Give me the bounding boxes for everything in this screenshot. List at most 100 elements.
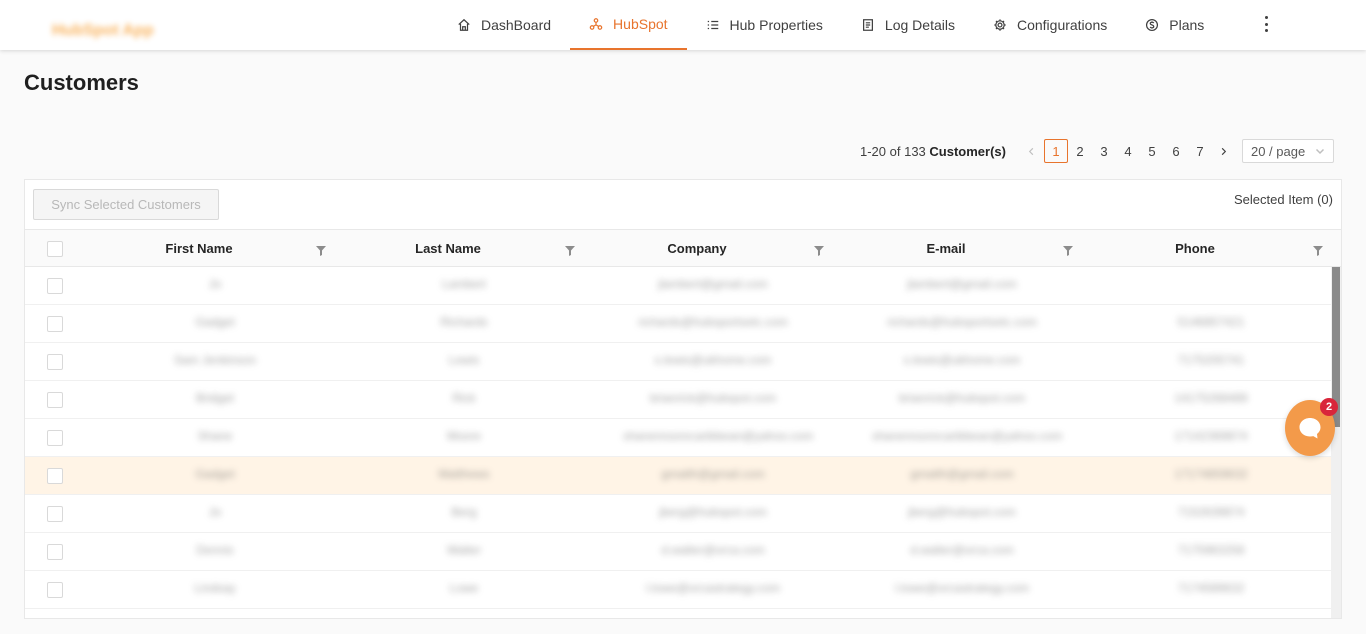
dollar-circle-icon [1146,18,1159,32]
more-vertical-icon[interactable] [1258,13,1274,35]
page-button-5[interactable]: 5 [1140,139,1164,163]
nav-item-hubspot[interactable]: HubSpot [570,0,687,50]
chevron-left-icon [1029,147,1034,155]
cell-phone: 17174859632 [1174,467,1248,481]
chat-unread-badge: 2 [1320,398,1338,416]
nav-label: Configurations [1016,17,1108,33]
cell-phone: 5146857421 [1177,315,1245,329]
column-header-email[interactable]: E-mail [872,230,1020,267]
table-row[interactable]: Jo Lambert jlambert@gmail.com jlambert@g… [25,267,1341,305]
cell-email: l.lowe@orcastrategy.com [894,581,1029,595]
table-row[interactable]: Gadget Richards richards@hubsportsetc.co… [25,305,1341,343]
nav-label: HubSpot [613,16,668,32]
nav-item-plans[interactable]: Plans [1126,0,1223,50]
page-title: Customers [24,70,139,95]
cell-last-name: Rick [452,391,476,405]
cell-first-name: Shane [197,429,233,443]
table-row[interactable]: Bridget Rick brianrick@hubspot.com brian… [25,381,1341,419]
cell-email: s.lewis@ukhome.com [903,353,1021,367]
page-button-2[interactable]: 2 [1068,139,1092,163]
cell-first-name: Jo [208,277,222,291]
selected-item-count: Selected Item (0) [1234,192,1333,207]
cell-phone: 14175268489 [1174,391,1248,405]
cell-email: gmatth@gmail.com [910,467,1014,481]
cell-last-name: Richards [440,315,488,329]
prev-page-button[interactable] [1020,139,1044,163]
chat-launcher-button[interactable]: 2 [1285,398,1338,458]
table-row[interactable]: Sam Jenkinson Lewis s.lewis@ukhome.com s… [25,343,1341,381]
column-header-phone[interactable]: Phone [1121,230,1269,267]
sync-selected-customers-button[interactable]: Sync Selected Customers [33,189,219,220]
nav-item-dashboard[interactable]: DashBoard [438,0,570,50]
filter-icon[interactable] [814,243,824,256]
page-button-4[interactable]: 4 [1116,139,1140,163]
cell-company: jberg@hubspot.com [659,505,767,519]
cell-company: s.lewis@ukhome.com [654,353,772,367]
cell-last-name: Matthews [438,467,490,481]
table-row[interactable]: Gadget Matthews gmatth@gmail.com gmatth@… [25,457,1341,495]
row-checkbox[interactable] [47,316,63,332]
filter-icon[interactable] [565,243,575,256]
row-checkbox[interactable] [47,430,63,446]
app-logo[interactable]: HubSpot App [52,22,168,44]
row-checkbox[interactable] [47,506,63,522]
cell-company: richards@hubsportsetc.com [638,315,788,329]
nav-label: Plans [1169,17,1205,33]
page-button-3[interactable]: 3 [1092,139,1116,163]
cell-first-name: Lindsay [194,581,236,595]
page-size-value: 20 / page [1250,143,1306,159]
filter-icon[interactable] [316,243,326,256]
nav-item-configurations[interactable]: Configurations [974,0,1126,50]
cell-email: shanemoorecaribbean@yahoo.com [872,429,1063,443]
table-row[interactable]: Lindsay Lowe l.lowe@orcastrategy.com l.l… [25,571,1341,609]
row-checkbox[interactable] [47,468,63,484]
page-button-7[interactable]: 7 [1188,139,1212,163]
row-checkbox[interactable] [47,392,63,408]
cell-email: richards@hubsportsetc.com [887,315,1037,329]
cell-phone: 7152639874 [1177,505,1245,519]
nav-item-hub-properties[interactable]: Hub Properties [687,0,842,50]
top-navigation-bar: HubSpot App DashBoard HubSpot Hub Proper… [0,0,1366,50]
cell-company: gmatth@gmail.com [661,467,765,481]
column-header-company[interactable]: Company [623,230,771,267]
nav-label: DashBoard [481,17,552,33]
next-page-button[interactable] [1212,139,1236,163]
row-checkbox[interactable] [47,544,63,560]
home-icon [458,18,470,31]
row-checkbox[interactable] [47,354,63,370]
row-checkbox[interactable] [47,582,63,598]
pagination: 1-20 of 133 Customer(s) 1 2 3 4 5 6 7 20… [860,139,1334,163]
filter-icon[interactable] [1313,243,1323,256]
page-size-select[interactable]: 20 / page [1241,139,1334,163]
customers-table-card: Sync Selected Customers Selected Item (0… [24,179,1342,619]
column-header-last-name[interactable]: Last Name [374,230,522,267]
cell-company: l.lowe@orcastrategy.com [645,581,780,595]
main-nav: DashBoard HubSpot Hub Properties Log Det… [438,0,1223,50]
page-button-1[interactable]: 1 [1043,139,1068,163]
cell-phone: 7175205741 [1177,353,1245,367]
cell-email: jlambert@gmail.com [907,277,1017,291]
cell-phone: 7174589632 [1177,581,1245,595]
list-icon [707,20,718,30]
cell-last-name: Lewis [448,353,480,367]
table-row[interactable]: Shane Moore shanemoorecaribbean@yahoo.co… [25,419,1341,457]
hubspot-icon [589,18,603,30]
cell-last-name: Berg [451,505,477,519]
cell-company: brianrick@hubspot.com [649,391,777,405]
table-header: First Name Last Name Company E-mail Phon… [25,229,1341,267]
pagination-total: 1-20 of 133 Customer(s) [860,143,1006,159]
filter-icon[interactable] [1063,243,1073,256]
table-row[interactable]: Jo Berg jberg@hubspot.com jberg@hubspot.… [25,495,1341,533]
column-header-first-name[interactable]: First Name [125,230,273,267]
nav-item-log-details[interactable]: Log Details [842,0,974,50]
cell-first-name: Sam Jenkinson [173,353,257,367]
row-checkbox[interactable] [47,278,63,294]
table-row[interactable]: Dennis Walter d.walter@orca.com d.walter… [25,533,1341,571]
cell-phone [1121,277,1301,295]
cell-last-name: Walter [446,543,482,557]
select-all-checkbox[interactable] [47,241,63,257]
cell-company: jlambert@gmail.com [658,277,768,291]
cell-company: shanemoorecaribbean@yahoo.com [623,429,814,443]
page-button-6[interactable]: 6 [1164,139,1188,163]
nav-label: Log Details [884,17,955,33]
